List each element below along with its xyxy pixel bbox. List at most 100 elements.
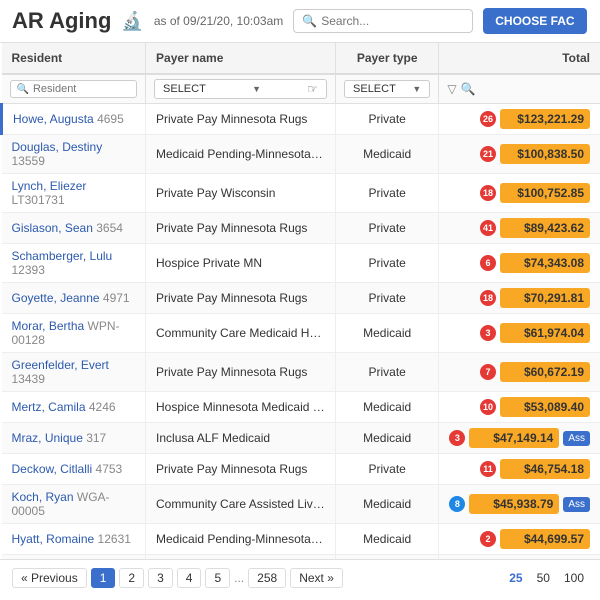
table-row: Schamberger, Lulu 12393Hospice Private M… [2,244,600,283]
per-page-100[interactable]: 100 [560,569,588,587]
payer-name-cell: Community Care Assisted Living [146,485,336,524]
resident-filter-input[interactable] [33,83,130,95]
resident-name[interactable]: Koch, Ryan WGA-00005 [12,490,110,518]
header-date: as of 09/21/20, 10:03am [154,14,283,28]
payer-name-filter-cell[interactable]: SELECT ▼ ☞ [146,74,336,104]
resident-name[interactable]: Goyette, Jeanne 4971 [12,291,130,305]
total-amount: $100,838.50 [500,144,590,164]
resident-name[interactable]: Deckow, Citlalli 4753 [12,462,123,476]
payer-name-cell: Community Care Medicaid HMC [146,314,336,353]
total-amount: $100,752.85 [500,183,590,203]
payer-type-cell: Private [336,244,439,283]
payer-name-select[interactable]: SELECT ▼ ☞ [154,79,327,99]
total-amount: $45,938.79 [469,494,559,514]
resident-cell: Douglas, Destiny 13559 [2,135,146,174]
chevron-down-icon-2: ▼ [412,84,421,94]
global-search-input[interactable] [321,14,464,28]
total-cell-wrapper: 7 $60,672.19 [439,353,600,392]
resident-name[interactable]: Mraz, Unique 317 [12,431,107,445]
table-row: Lynch, Eliezer LT301731 Private Pay Wisco… [2,174,600,213]
resident-cell: Gislason, Sean 3654 [2,213,146,244]
total-amount: $53,089.40 [500,397,590,417]
badge: 3 [480,325,496,341]
payer-type-select[interactable]: SELECT ▼ [344,80,430,98]
resident-name[interactable]: Lynch, Eliezer LT301731 [12,179,87,207]
page-4-button[interactable]: 4 [177,568,202,588]
payer-name-cell: Private Pay Minnesota Rugs [146,104,336,135]
total-cell-wrapper: 41 $89,423.62 [439,213,600,244]
payer-type-cell: Private [336,174,439,213]
payer-name-cell: Medicaid Pending-Minnesota (3. [146,135,336,174]
payer-type-cell: Private [336,213,439,244]
resident-name[interactable]: Morar, Bertha WPN-00128 [12,319,120,347]
resident-cell: Lynch, Eliezer LT301731 [2,174,146,213]
table-header-row: Resident Payer name Payer type Total [2,43,600,74]
payer-name-cell: Private Pay Minnesota Rugs [146,213,336,244]
total-amount: $74,343.08 [500,253,590,273]
resident-name[interactable]: Hyatt, Romaine 12631 [12,532,131,546]
global-search-box[interactable]: 🔍 [293,9,473,33]
table-row: Gislason, Sean 3654 Private Pay Minnesota… [2,213,600,244]
resident-name[interactable]: Douglas, Destiny 13559 [12,140,103,168]
total-amount: $70,291.81 [500,288,590,308]
table-row: Mertz, Camila 4246 Hospice Minnesota Medi… [2,392,600,423]
payer-type-cell: Medicaid [336,314,439,353]
total-cell-wrapper: 21 $100,838.50 [439,135,600,174]
prev-page-button[interactable]: « Previous [12,568,87,588]
resident-name[interactable]: Schamberger, Lulu 12393 [12,249,113,277]
app-header: AR Aging 🔬 as of 09/21/20, 10:03am 🔍 CHO… [0,0,600,43]
table-row: Hyatt, Romaine 12631 Medicaid Pending-Min… [2,524,600,555]
filter-icon[interactable]: ▽ [447,82,456,96]
total-amount: $47,149.14 [469,428,559,448]
per-page-50[interactable]: 50 [533,569,554,587]
microscope-icon: 🔬 [121,11,143,32]
page-258-button[interactable]: 258 [248,568,286,588]
page-2-button[interactable]: 2 [119,568,144,588]
table-row: Mraz, Unique 317Inclusa ALF MedicaidMedi… [2,423,600,454]
payer-type-cell: Private [336,283,439,314]
assist-button[interactable]: Ass [563,497,590,512]
payer-type-filter-cell[interactable]: SELECT ▼ [336,74,439,104]
page-5-button[interactable]: 5 [205,568,230,588]
resident-name[interactable]: Gislason, Sean 3654 [12,221,123,235]
resident-cell: Mraz, Unique 317 [2,423,146,454]
per-page-25[interactable]: 25 [505,569,526,587]
badge: 18 [480,185,496,201]
resident-cell: Howe, Augusta 4695 [2,104,146,135]
payer-name-cell: Hospice Minnesota Medicaid (70 [146,392,336,423]
page-3-button[interactable]: 3 [148,568,173,588]
total-cell-wrapper: 3 $47,149.14 Ass [439,423,600,454]
filter-row: 🔍 SELECT ▼ ☞ SELECT ▼ [2,74,600,104]
total-cell-wrapper: 26 $123,221.29 [439,104,600,135]
page-title: AR Aging [12,8,111,34]
page-1-button[interactable]: 1 [91,568,116,588]
resident-cell: Goyette, Jeanne 4971 [2,283,146,314]
payer-name-cell: Medicaid Pending-Minnesota (3. [146,524,336,555]
badge: 2 [480,531,496,547]
payer-name-cell: Private Pay Wisconsin [146,174,336,213]
table-row: Howe, Augusta 4695 Private Pay Minnesota … [2,104,600,135]
payer-type-cell: Private [336,353,439,392]
resident-cell: Morar, Bertha WPN-00128 [2,314,146,353]
resident-cell: Deckow, Citlalli 4753 [2,454,146,485]
resident-filter-cell[interactable]: 🔍 [2,74,146,104]
assist-button[interactable]: Ass [563,431,590,446]
chevron-down-icon: ▼ [252,84,261,94]
resident-name[interactable]: Greenfelder, Evert 13439 [12,358,109,386]
table-row: Morar, Bertha WPN-00128 Community Care Me… [2,314,600,353]
per-page-selector: 25 50 100 [505,569,588,587]
col-header-payer-type: Payer type [336,43,439,74]
resident-name[interactable]: Howe, Augusta 4695 [13,112,124,126]
choose-fac-button[interactable]: CHOOSE FAC [483,8,586,34]
badge: 7 [480,364,496,380]
payer-name-cell: Private Pay Minnesota Rugs [146,454,336,485]
col-header-total: Total [439,43,600,74]
total-amount: $60,672.19 [500,362,590,382]
next-page-button[interactable]: Next » [290,568,343,588]
resident-name[interactable]: Mertz, Camila 4246 [12,400,116,414]
search-icon-total[interactable]: 🔍 [461,82,476,96]
table-row: Koch, Ryan WGA-00005 Community Care Assis… [2,485,600,524]
total-cell-wrapper: 2 $44,699.57 [439,524,600,555]
total-amount: $46,754.18 [500,459,590,479]
table-row: Goyette, Jeanne 4971Private Pay Minnesot… [2,283,600,314]
